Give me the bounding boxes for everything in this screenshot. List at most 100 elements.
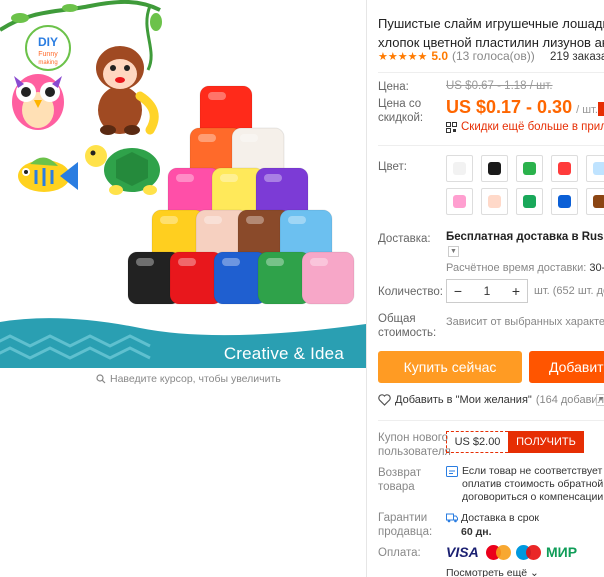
color-swatch[interactable] <box>551 155 578 182</box>
quantity-label: Количество: <box>378 286 443 298</box>
get-coupon-button[interactable]: ПОЛУЧИТЬ <box>508 431 584 453</box>
heart-icon <box>378 394 391 406</box>
rating-votes: (13 голоса(ов)) <box>452 49 535 63</box>
mir-logo: МИР <box>546 544 578 560</box>
buy-now-button[interactable]: Купить сейчас <box>378 351 522 383</box>
clay-cube-highlight <box>246 216 264 224</box>
return-policy-line2: оплатив стоимость обратной п <box>462 478 604 490</box>
quantity-minus-button[interactable]: − <box>447 283 469 299</box>
divider <box>378 72 604 73</box>
color-swatch[interactable] <box>516 155 543 182</box>
diy-badge-line3: making <box>38 60 57 66</box>
diy-badge-line2: Funny <box>38 51 58 58</box>
orders-count: 219 заказа(о <box>550 51 604 63</box>
payment-methods: VISA МИР <box>446 543 582 561</box>
product-info-panel: Пушистые слайм игрушечные лошадки хлопок… <box>378 0 604 577</box>
delivery-time: Расчётное время доставки: 30-50 <box>446 262 604 274</box>
color-label: Цвет: <box>378 161 407 173</box>
clay-cubes <box>127 85 355 305</box>
coupon: US $2.00 ПОЛУЧИТЬ <box>446 431 584 453</box>
color-swatch[interactable] <box>446 155 473 182</box>
discount-tag <box>598 102 604 116</box>
color-swatch[interactable] <box>516 188 543 215</box>
color-swatch[interactable] <box>446 188 473 215</box>
delivery-time-value: 30-50 <box>589 262 604 274</box>
old-price: US $0.67 - 1.18 / шт. <box>446 80 553 92</box>
payment-label: Оплата: <box>378 547 421 559</box>
shipping-value[interactable]: Бесплатная доставка в Russian F <box>446 231 604 243</box>
quantity-input[interactable]: 1 <box>469 284 505 298</box>
fish-figure <box>18 157 78 192</box>
qr-code-icon <box>446 121 457 133</box>
rating-stars-icon: ★★★★★ <box>378 50 428 63</box>
owl-figure <box>12 74 64 130</box>
color-swatch[interactable] <box>481 188 508 215</box>
clay-cube-highlight <box>198 134 216 142</box>
diy-badge-line1: DIY <box>38 35 58 49</box>
return-label: Возврат товара <box>378 467 422 493</box>
color-swatch[interactable] <box>481 155 508 182</box>
coupon-label: Купон нового пользователя <box>378 432 451 458</box>
zoom-hint: Наведите курсор, чтобы увеличить <box>96 373 281 385</box>
divider <box>378 420 604 421</box>
price-label: Цена: <box>378 81 409 93</box>
column-divider <box>366 0 367 577</box>
maestro-icon <box>516 544 542 561</box>
clay-cube-highlight <box>240 134 258 142</box>
turtle-figure <box>85 145 160 195</box>
image-banner: Creative & Idea <box>0 318 366 368</box>
stock-note: шт. (652 шт. досту <box>534 285 604 297</box>
chevron-down-icon[interactable]: ▼ <box>596 394 604 406</box>
return-policy-line3: договориться о компенсации с <box>462 491 604 503</box>
clay-cube-highlight <box>288 216 306 224</box>
wishlist-count: (164 добавили) <box>535 394 604 406</box>
product-title-line1: Пушистые слайм игрушечные лошадки <box>378 16 604 31</box>
discount-price: US $0.17 - 0.30/ шт. <box>446 97 598 118</box>
clay-cube-highlight <box>310 258 328 266</box>
app-promo[interactable]: Скидки ещё больше в приложе <box>446 121 604 133</box>
product-gallery: DIY Funny making Creative & Idea Наведит… <box>0 0 366 390</box>
product-title[interactable]: Пушистые слайм игрушечные лошадки хлопок… <box>378 14 604 52</box>
discount-price-label: Цена со скидкой: <box>378 98 424 124</box>
add-to-cart-button[interactable]: Добавит <box>529 351 604 383</box>
clay-cube-highlight <box>220 174 238 182</box>
app-promo-text: Скидки ещё больше в приложе <box>461 121 604 133</box>
product-main-image[interactable]: DIY Funny making <box>0 0 366 368</box>
clay-cube <box>301 251 355 305</box>
clay-cube-highlight <box>266 258 284 266</box>
clay-cube-highlight <box>178 258 196 266</box>
clay-cube-highlight <box>204 216 222 224</box>
rating-value: 5.0 <box>431 49 448 63</box>
clay-cube-highlight <box>136 258 154 266</box>
clay-cube-highlight <box>208 92 226 100</box>
product-rating[interactable]: ★★★★★ 5.0 (13 голоса(ов)) <box>378 49 535 63</box>
clay-cube-highlight <box>222 258 240 266</box>
more-payment-text: Посмотреть ещё <box>446 567 528 577</box>
divider <box>378 145 604 146</box>
discount-price-value: US $0.17 - 0.30 <box>446 97 573 117</box>
color-swatch[interactable] <box>586 188 604 215</box>
color-swatch[interactable] <box>551 188 578 215</box>
magnifier-icon <box>96 374 106 384</box>
guarantee-label: Гарантии продавца: <box>378 512 433 538</box>
mastercard-icon <box>486 544 512 561</box>
total-label: Общая стоимость: <box>378 313 437 339</box>
coupon-amount: US $2.00 <box>446 431 508 453</box>
price-unit: / шт. <box>576 104 598 116</box>
quantity-plus-button[interactable]: + <box>505 283 527 299</box>
clay-product-illustration: DIY Funny making <box>0 0 355 305</box>
clay-cube-highlight <box>264 174 282 182</box>
shipping-label: Доставка: <box>378 233 431 245</box>
banner-text: Creative & Idea <box>223 344 344 363</box>
clay-cube-highlight <box>176 174 194 182</box>
guarantee-line1: Доставка в срок <box>461 512 540 524</box>
chevron-down-icon: ⌄ <box>530 567 539 577</box>
diy-badge: DIY Funny making <box>25 25 71 71</box>
more-payment-link[interactable]: Посмотреть ещё ⌄ <box>446 567 539 577</box>
add-to-wishlist[interactable]: Добавить в "Мои желания" (164 добавили) <box>378 394 604 406</box>
clay-cube-highlight <box>160 216 178 224</box>
return-policy-line1: Если товар не соответствует ог <box>462 465 604 477</box>
color-swatch[interactable] <box>586 155 604 182</box>
total-note: Зависит от выбранных характери <box>446 316 604 328</box>
chevron-down-icon[interactable]: ▼ <box>448 246 459 257</box>
